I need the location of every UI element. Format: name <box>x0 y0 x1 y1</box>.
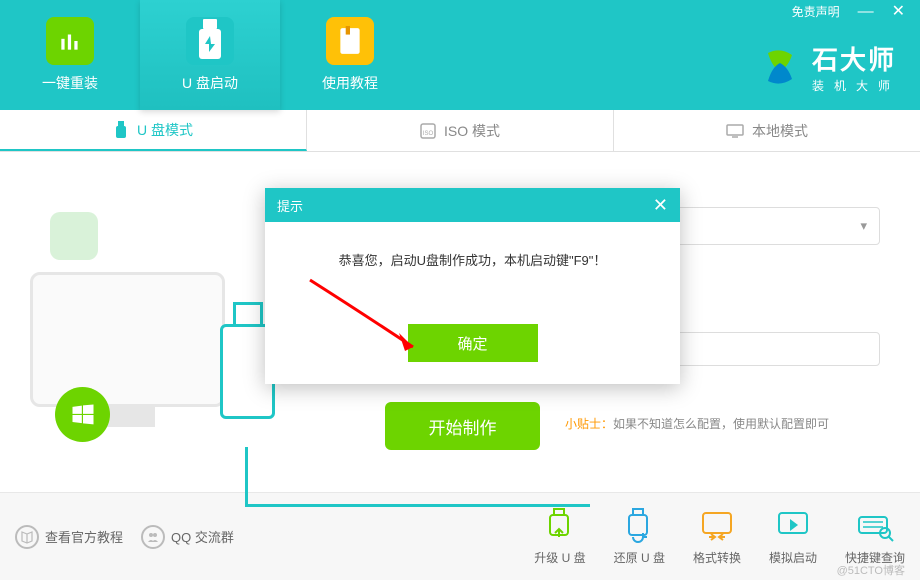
windows-icon <box>55 387 110 442</box>
sub-tabs: U 盘模式 ISO ISO 模式 本地模式 <box>0 110 920 152</box>
usb-icon <box>113 121 129 139</box>
dialog-titlebar: 提示 ✕ <box>265 188 680 222</box>
dialog-title-text: 提示 <box>277 196 303 215</box>
brand-title: 石大师 <box>812 40 900 77</box>
tool-upgrade-usb[interactable]: 升级 U 盘 <box>534 507 585 566</box>
disclaimer-link[interactable]: 免责声明 <box>792 3 840 20</box>
watermark: @51CTO博客 <box>837 562 905 578</box>
logo-icon <box>758 45 802 89</box>
svg-text:ISO: ISO <box>423 131 434 137</box>
bottom-tools: 升级 U 盘 还原 U 盘 格式转换 模拟启动 快捷键查询 <box>534 507 905 566</box>
hotkey-icon <box>855 507 895 543</box>
sub-tab-usb-mode[interactable]: U 盘模式 <box>0 110 307 151</box>
usb-boot-icon <box>186 17 234 65</box>
tool-simulate-boot[interactable]: 模拟启动 <box>769 507 817 566</box>
nav-tab-label: U 盘启动 <box>182 73 238 93</box>
app-header: 一键重装 U 盘启动 使用教程 免责声明 — ✕ 石大师 装机大师 <box>0 0 920 110</box>
sub-tab-iso-mode[interactable]: ISO ISO 模式 <box>307 110 614 151</box>
close-button[interactable]: ✕ <box>892 4 905 20</box>
nav-tabs: 一键重装 U 盘启动 使用教程 <box>0 0 420 110</box>
reinstall-icon <box>46 17 94 65</box>
restore-usb-icon <box>619 507 659 543</box>
sub-tab-local-mode[interactable]: 本地模式 <box>614 110 920 151</box>
tool-hotkey-query[interactable]: 快捷键查询 <box>845 507 905 566</box>
qq-group-link[interactable]: QQ 交流群 <box>141 525 234 549</box>
start-make-button[interactable]: 开始制作 <box>385 402 540 450</box>
dialog-ok-button[interactable]: 确定 <box>408 324 538 362</box>
convert-icon <box>697 507 737 543</box>
tutorial-icon <box>326 17 374 65</box>
tip-text: 小贴士：如果不知道怎么配置，使用默认配置即可 <box>565 415 829 432</box>
nav-tab-label: 使用教程 <box>322 73 378 93</box>
brand-subtitle: 装机大师 <box>812 77 900 94</box>
monitor-icon <box>726 124 744 138</box>
nav-tab-label: 一键重装 <box>42 73 98 93</box>
upgrade-usb-icon <box>540 507 580 543</box>
iso-icon: ISO <box>420 123 436 139</box>
bottom-links: 查看官方教程 QQ 交流群 <box>15 525 234 549</box>
nav-tab-reinstall[interactable]: 一键重装 <box>0 0 140 110</box>
tutorial-link[interactable]: 查看官方教程 <box>15 525 123 549</box>
tool-format-convert[interactable]: 格式转换 <box>693 507 741 566</box>
simulate-icon <box>773 507 813 543</box>
book-icon <box>15 525 39 549</box>
chevron-down-icon: ▾ <box>860 218 867 234</box>
tool-restore-usb[interactable]: 还原 U 盘 <box>614 507 665 566</box>
dialog-message: 恭喜您，启动U盘制作成功，本机启动键"F9"！ <box>285 250 660 269</box>
minimize-button[interactable]: — <box>858 4 874 20</box>
people-icon <box>141 525 165 549</box>
dialog-body: 恭喜您，启动U盘制作成功，本机启动键"F9"！ 确定 <box>265 222 680 384</box>
header-controls: 免责声明 — ✕ <box>792 3 905 20</box>
success-dialog: 提示 ✕ 恭喜您，启动U盘制作成功，本机启动键"F9"！ 确定 <box>265 188 680 384</box>
dialog-close-button[interactable]: ✕ <box>653 195 668 216</box>
nav-tab-usb-boot[interactable]: U 盘启动 <box>140 0 280 110</box>
brand-logo: 石大师 装机大师 <box>758 40 900 94</box>
illustration <box>20 182 300 462</box>
nav-tab-tutorial[interactable]: 使用教程 <box>280 0 420 110</box>
